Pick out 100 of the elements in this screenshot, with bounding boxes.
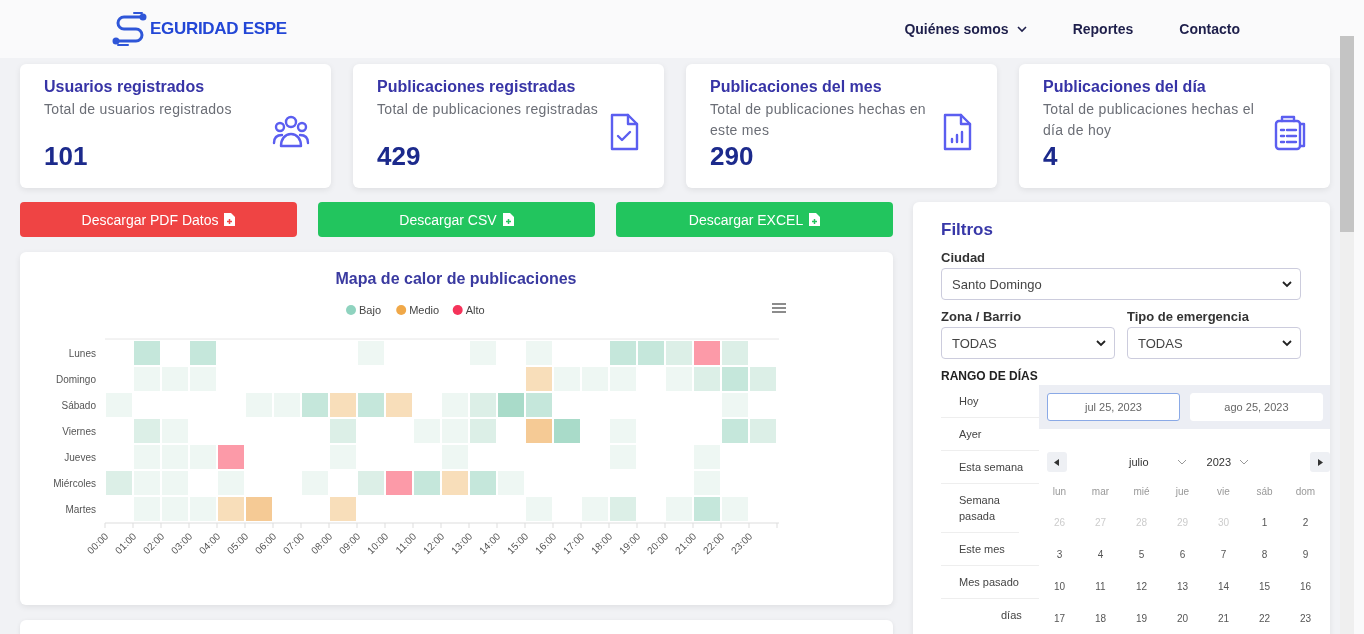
- heatmap-cell[interactable]: [526, 419, 552, 443]
- day-label: Miércoles: [53, 478, 96, 489]
- nav-link[interactable]: Quiénes somos: [904, 21, 1027, 37]
- card-subtitle: Total de publicaciones hechas en este mes: [710, 100, 927, 140]
- field-label: Ciudad: [941, 250, 987, 265]
- calendar-day[interactable]: 14: [1217, 581, 1230, 592]
- date-range-preset[interactable]: Hoy: [941, 385, 1039, 418]
- calendar-day[interactable]: 2: [1302, 517, 1309, 528]
- calendar-day[interactable]: 5: [1138, 549, 1145, 560]
- heatmap-cell[interactable]: [554, 419, 580, 443]
- heatmap-cell[interactable]: [414, 471, 440, 495]
- calendar-day[interactable]: 19: [1135, 613, 1148, 624]
- heatmap-cell[interactable]: [386, 471, 412, 495]
- date-range-preset[interactable]: Esta semana: [941, 451, 1039, 484]
- heatmap-cell[interactable]: [330, 393, 356, 417]
- date-range-preset[interactable]: Mes pasado: [941, 566, 1039, 599]
- legend-item[interactable]: Alto: [452, 304, 485, 316]
- legend-item[interactable]: Bajo: [346, 304, 382, 316]
- card-title: Usuarios registrados: [44, 78, 206, 96]
- calendar-day[interactable]: 1: [1261, 517, 1268, 528]
- calendar-day[interactable]: 4: [1097, 549, 1104, 560]
- calendar-day[interactable]: 12: [1135, 581, 1148, 592]
- menu-icon[interactable]: [771, 303, 787, 313]
- calendar-day[interactable]: 8: [1261, 549, 1268, 560]
- stat-value: 290: [710, 141, 755, 172]
- calendar-day[interactable]: 17: [1053, 613, 1066, 624]
- heatmap-cell[interactable]: [722, 367, 748, 391]
- zone-select[interactable]: TODAS: [941, 327, 1115, 359]
- month-select[interactable]: julio: [1129, 456, 1187, 468]
- heatmap-cell[interactable]: [246, 497, 272, 521]
- heatmap-cell[interactable]: [470, 393, 496, 417]
- heatmap-cell[interactable]: [134, 419, 160, 443]
- calendar-day[interactable]: 9: [1302, 549, 1309, 560]
- heatmap-cell[interactable]: [722, 419, 748, 443]
- calendar-day[interactable]: 16: [1299, 581, 1312, 592]
- day-label: Viernes: [62, 426, 96, 437]
- calendar-day[interactable]: 13: [1176, 581, 1189, 592]
- logo-icon: [112, 11, 148, 47]
- card-title: Publicaciones registradas: [377, 78, 577, 96]
- file-plus-icon: [224, 213, 236, 226]
- scrollbar[interactable]: [1340, 36, 1354, 634]
- heatmap-cell[interactable]: [134, 341, 160, 365]
- nav-link[interactable]: Contacto: [1179, 21, 1240, 37]
- calendar-day[interactable]: 10: [1053, 581, 1066, 592]
- heatmap-cell[interactable]: [666, 341, 692, 365]
- heatmap-cell[interactable]: [750, 419, 776, 443]
- heatmap-cell[interactable]: [610, 497, 636, 521]
- download-button[interactable]: Descargar PDF Datos: [20, 202, 297, 237]
- field-label: Zona / Barrio: [941, 309, 1023, 324]
- heatmap-cell[interactable]: [526, 367, 552, 391]
- calendar-day[interactable]: 15: [1258, 581, 1271, 592]
- date-range-preset[interactable]: Semana pasada: [941, 484, 1019, 533]
- stat-value: 429: [377, 141, 422, 172]
- nav-link[interactable]: Reportes: [1072, 21, 1134, 37]
- heatmap-cell[interactable]: [722, 341, 748, 365]
- calendar-day[interactable]: 20: [1176, 613, 1189, 624]
- end-date-field[interactable]: ago 25, 2023: [1190, 393, 1323, 421]
- heatmap-cell[interactable]: [218, 445, 244, 469]
- heatmap-cell[interactable]: [750, 367, 776, 391]
- heatmap-cell[interactable]: [358, 471, 384, 495]
- heatmap-cell[interactable]: [498, 393, 524, 417]
- chevron-down-icon: [1176, 459, 1187, 465]
- heatmap-cell[interactable]: [470, 471, 496, 495]
- city-select[interactable]: Santo Domingo: [941, 268, 1301, 300]
- year-select[interactable]: 2023: [1206, 456, 1250, 468]
- weekday-label: lun: [1051, 485, 1068, 499]
- heatmap-cell[interactable]: [218, 497, 244, 521]
- heatmap-cell[interactable]: [442, 471, 468, 495]
- calendar-day[interactable]: 6: [1179, 549, 1186, 560]
- calendar-day[interactable]: 11: [1095, 581, 1106, 592]
- legend-item[interactable]: Medio: [396, 304, 440, 316]
- calendar-day[interactable]: 23: [1299, 613, 1312, 624]
- heatmap-cell[interactable]: [358, 393, 384, 417]
- heatmap-cell[interactable]: [694, 367, 720, 391]
- calendar-day[interactable]: 18: [1094, 613, 1107, 624]
- calendar-day[interactable]: 21: [1217, 613, 1230, 624]
- weekday-label: dom: [1294, 485, 1317, 499]
- heatmap-cell[interactable]: [638, 341, 664, 365]
- next-month-button[interactable]: [1310, 452, 1330, 472]
- heatmap-cell[interactable]: [330, 497, 356, 521]
- calendar-day[interactable]: 22: [1258, 613, 1271, 624]
- heatmap-cell[interactable]: [190, 341, 216, 365]
- heatmap-cell[interactable]: [386, 393, 412, 417]
- date-range-preset[interactable]: Este mes: [941, 533, 1039, 566]
- heatmap-cell[interactable]: [330, 419, 356, 443]
- calendar-day[interactable]: 7: [1220, 549, 1227, 560]
- heatmap-cell[interactable]: [470, 419, 496, 443]
- heatmap-cell[interactable]: [694, 497, 720, 521]
- date-range-preset[interactable]: días: [941, 599, 1039, 631]
- heatmap-cell[interactable]: [106, 471, 132, 495]
- calendar-day[interactable]: 3: [1056, 549, 1063, 560]
- heatmap-cell[interactable]: [610, 341, 636, 365]
- card-subtitle: Total de publicaciones hechas el día de hoy: [1043, 100, 1256, 140]
- heatmap-cell[interactable]: [302, 393, 328, 417]
- heatmap-cell[interactable]: [526, 393, 552, 417]
- heatmap-cell[interactable]: [694, 341, 720, 365]
- start-date-field[interactable]: jul 25, 2023: [1047, 393, 1180, 421]
- emergency-type-select[interactable]: TODAS: [1127, 327, 1301, 359]
- previous-month-button[interactable]: [1047, 452, 1067, 472]
- date-range-preset[interactable]: Ayer: [941, 418, 1039, 451]
